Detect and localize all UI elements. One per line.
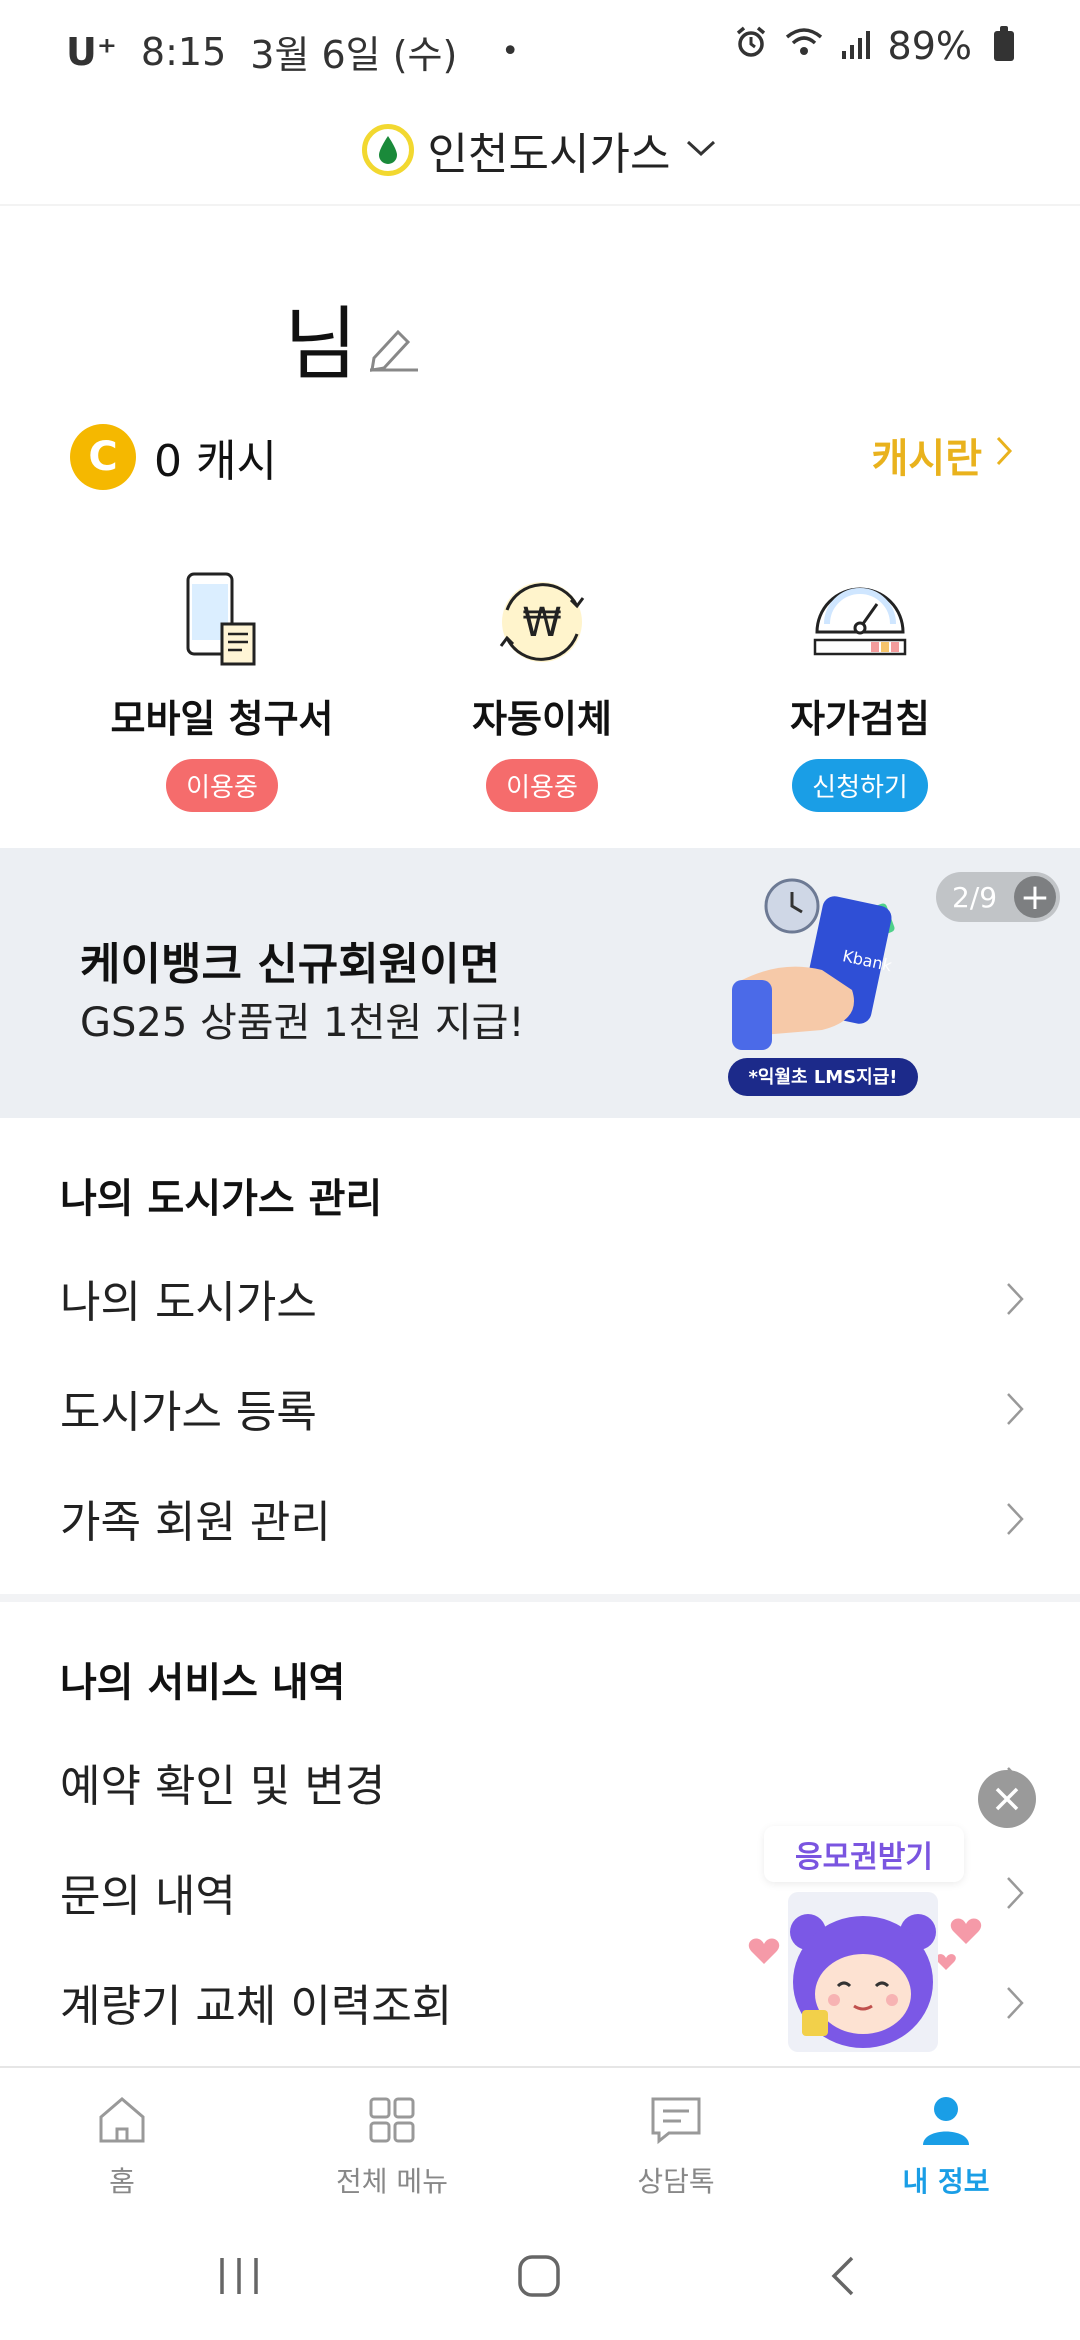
svg-text:₩: ₩ bbox=[522, 600, 562, 646]
grid-menu-icon bbox=[282, 2090, 502, 2150]
apply-badge[interactable]: 신청하기 bbox=[792, 759, 928, 812]
menu-item-label: 나의 도시가스 bbox=[60, 1277, 317, 1328]
cash-info-link[interactable]: 캐시란 bbox=[872, 426, 1014, 484]
bottom-nav: 홈 전체 메뉴 상담톡 내 정보 bbox=[0, 2066, 1080, 2220]
floating-promo[interactable]: 응모권받기 bbox=[738, 1826, 998, 2066]
signal-icon bbox=[840, 24, 872, 68]
status-badge: 이용중 bbox=[166, 759, 278, 812]
menu-item-label: 도시가스 등록 bbox=[60, 1387, 317, 1438]
battery-level: 89% bbox=[887, 24, 972, 68]
nav-label: 홈 bbox=[109, 2165, 135, 2198]
menu-item-label: 문의 내역 bbox=[60, 1871, 236, 1922]
close-icon[interactable] bbox=[978, 1770, 1036, 1828]
nav-label: 상담톡 bbox=[637, 2165, 715, 2198]
home-button-icon[interactable] bbox=[516, 2254, 562, 2302]
company-selector[interactable]: 인천도시가스 bbox=[0, 96, 1080, 206]
cash-coin-icon: C bbox=[70, 424, 136, 490]
status-left: U⁺ 8:15 3월 6일 (수) • bbox=[66, 24, 519, 79]
pager-count: 2/9 bbox=[952, 880, 998, 914]
menu-item-reservation[interactable]: 예약 확인 및 변경 bbox=[0, 1732, 1080, 1832]
chevron-right-icon bbox=[1004, 1984, 1026, 2026]
chevron-right-icon bbox=[1004, 1390, 1026, 1432]
chevron-right-icon bbox=[1004, 1500, 1026, 1542]
carrier-label: U⁺ bbox=[66, 29, 117, 74]
gauge-meter-icon bbox=[710, 560, 1010, 670]
section-divider bbox=[0, 1594, 1080, 1602]
gas-drop-icon bbox=[361, 124, 414, 176]
section-title-service: 나의 서비스 내역 bbox=[60, 1660, 346, 1706]
banner-pager[interactable]: 2/9 + bbox=[936, 872, 1060, 922]
promo-banner[interactable]: 케이뱅크 신규회원이면 GS25 상품권 1천원 지급! Kbank *익월초 … bbox=[0, 848, 1080, 1118]
status-right: 89% bbox=[734, 24, 1014, 68]
menu-item-family-members[interactable]: 가족 회원 관리 bbox=[0, 1468, 1080, 1568]
battery-icon bbox=[994, 26, 1014, 61]
nav-home[interactable]: 홈 bbox=[12, 2090, 232, 2200]
service-label: 모바일 청구서 bbox=[110, 697, 334, 741]
menu-item-label: 예약 확인 및 변경 bbox=[60, 1761, 386, 1812]
service-auto-transfer[interactable]: ₩ 자동이체 이용중 bbox=[392, 560, 692, 812]
status-badge: 이용중 bbox=[486, 759, 598, 812]
plus-icon[interactable]: + bbox=[1014, 876, 1056, 918]
banner-phone-illustration: Kbank *익월초 LMS지급! bbox=[722, 870, 922, 1104]
system-nav-bar bbox=[0, 2220, 1080, 2340]
chevron-right-icon bbox=[1004, 1874, 1026, 1916]
mascot-illustration bbox=[748, 1892, 982, 2052]
pencil-icon[interactable] bbox=[366, 318, 422, 378]
nav-chat[interactable]: 상담톡 bbox=[566, 2090, 786, 2200]
banner-subline: GS25 상품권 1천원 지급! bbox=[80, 1000, 525, 1046]
notification-dot: • bbox=[501, 34, 520, 69]
nav-label: 내 정보 bbox=[902, 2165, 990, 2198]
recent-apps-icon[interactable] bbox=[216, 2254, 262, 2302]
wifi-icon bbox=[784, 24, 824, 68]
home-icon bbox=[12, 2090, 232, 2150]
chevron-right-icon bbox=[1004, 1280, 1026, 1322]
cash-value: 0 캐시 bbox=[154, 436, 277, 487]
person-icon bbox=[836, 2090, 1056, 2150]
chevron-right-icon bbox=[994, 432, 1014, 478]
cash-balance: C 0 캐시 bbox=[70, 424, 277, 490]
service-label: 자동이체 bbox=[472, 697, 612, 741]
mobile-bill-icon bbox=[72, 560, 372, 670]
menu-item-my-gas[interactable]: 나의 도시가스 bbox=[0, 1248, 1080, 1348]
section-title-gas: 나의 도시가스 관리 bbox=[60, 1176, 383, 1222]
menu-item-label: 계량기 교체 이력조회 bbox=[60, 1981, 453, 2032]
banner-art-caption: *익월초 LMS지급! bbox=[748, 1067, 897, 1088]
chevron-down-icon bbox=[684, 137, 718, 163]
status-time: 8:15 bbox=[140, 29, 227, 74]
status-date: 3월 6일 (수) bbox=[250, 33, 458, 77]
status-bar: U⁺ 8:15 3월 6일 (수) • 89% bbox=[0, 0, 1080, 96]
service-mobile-bill[interactable]: 모바일 청구서 이용중 bbox=[72, 560, 372, 812]
auto-transfer-icon: ₩ bbox=[392, 560, 692, 670]
company-name: 인천도시가스 bbox=[427, 129, 671, 180]
promo-title: 응모권받기 bbox=[764, 1826, 964, 1882]
menu-item-label: 가족 회원 관리 bbox=[60, 1497, 331, 1548]
user-name: 님 bbox=[284, 298, 358, 391]
nav-label: 전체 메뉴 bbox=[336, 2165, 448, 2198]
nav-my-info[interactable]: 내 정보 bbox=[836, 2090, 1056, 2200]
service-self-reading[interactable]: 자가검침 신청하기 bbox=[710, 560, 1010, 812]
menu-item-gas-register[interactable]: 도시가스 등록 bbox=[0, 1358, 1080, 1458]
banner-headline: 케이뱅크 신규회원이면 bbox=[80, 939, 501, 990]
chat-icon bbox=[566, 2090, 786, 2150]
back-icon[interactable] bbox=[826, 2254, 860, 2302]
alarm-icon bbox=[734, 24, 768, 68]
nav-all-menu[interactable]: 전체 메뉴 bbox=[282, 2090, 502, 2200]
cash-info-label: 캐시란 bbox=[871, 436, 982, 482]
service-label: 자가검침 bbox=[790, 697, 930, 741]
